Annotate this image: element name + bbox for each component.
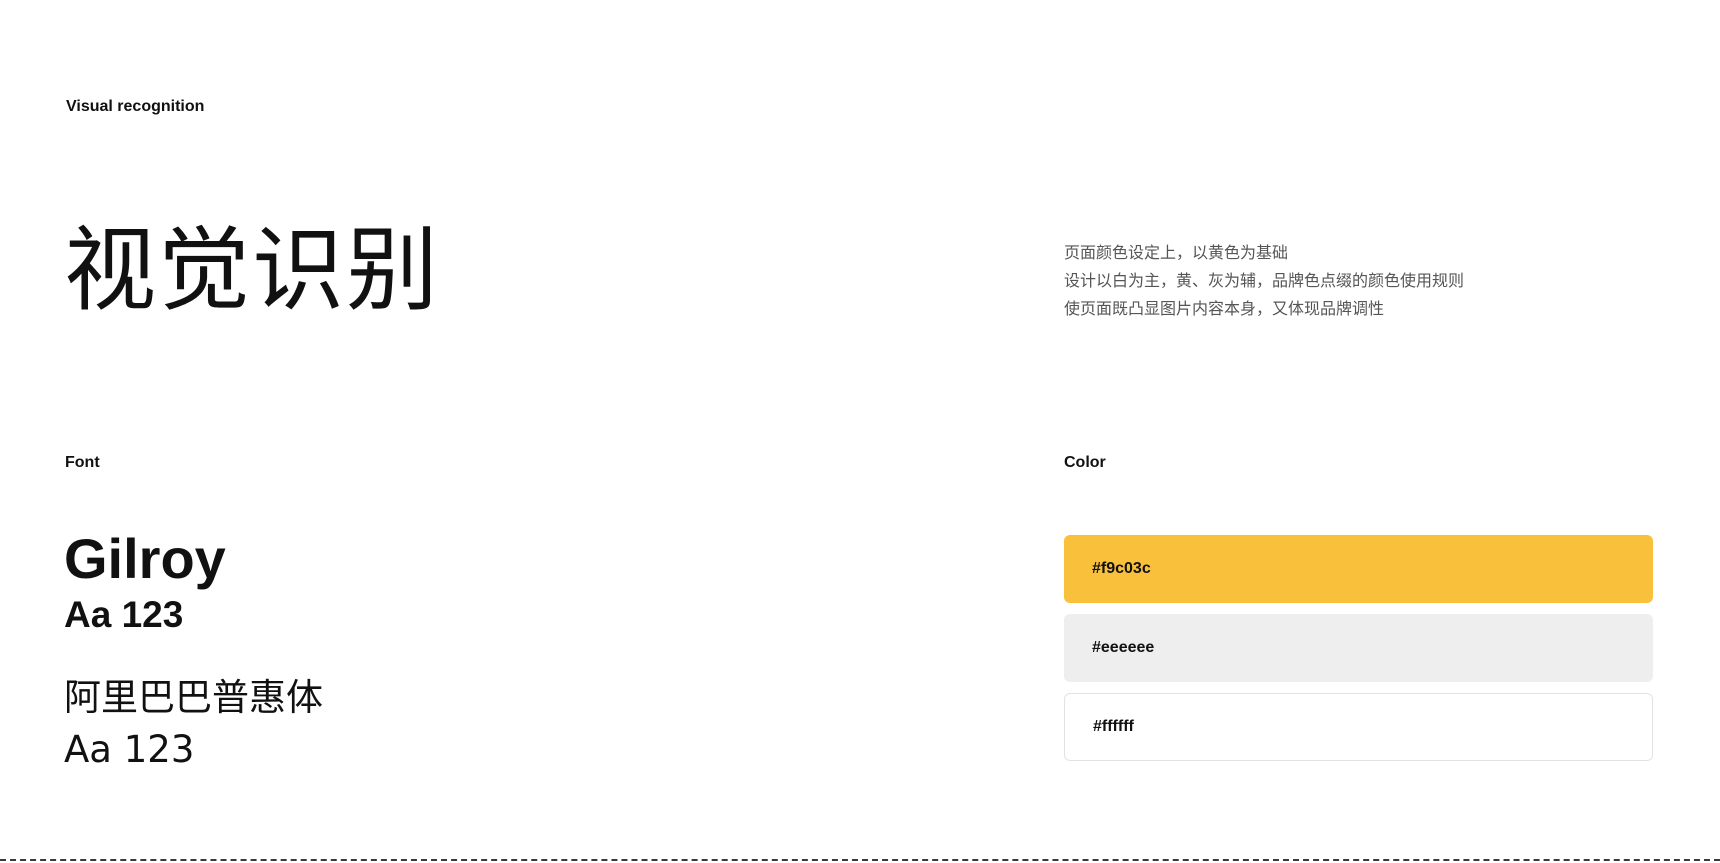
description-line-2: 设计以白为主，黄、灰为辅，品牌色点缀的颜色使用规则: [1064, 271, 1465, 290]
description-line-1: 页面颜色设定上，以黄色为基础: [1064, 243, 1289, 262]
description-block: 页面颜色设定上，以黄色为基础 设计以白为主，黄、灰为辅，品牌色点缀的颜色使用规则…: [1064, 239, 1624, 323]
visual-identity-page: Visual recognition 视觉识别 页面颜色设定上，以黄色为基础 设…: [0, 0, 1720, 863]
color-swatch-label: #f9c03c: [1092, 560, 1151, 577]
font-name-chinese: 阿里巴巴普惠体: [64, 676, 323, 719]
color-swatch-yellow: #f9c03c: [1064, 535, 1653, 603]
font-sample-latin: Aa 123: [64, 594, 184, 635]
section-label-visual-recognition: Visual recognition: [66, 98, 205, 115]
font-name-latin: Gilroy: [64, 527, 226, 590]
color-swatch-label: #eeeeee: [1092, 639, 1155, 656]
section-label-font: Font: [65, 454, 100, 471]
color-swatch-grey: #eeeeee: [1064, 614, 1653, 682]
description-line-3: 使页面既凸显图片内容本身，又体现品牌调性: [1064, 299, 1385, 318]
bottom-divider: [0, 859, 1720, 861]
color-swatch-white: #ffffff: [1064, 693, 1653, 761]
font-sample-chinese: Aa 123: [64, 728, 195, 771]
color-swatch-label: #ffffff: [1093, 718, 1134, 735]
section-label-color: Color: [1064, 454, 1106, 471]
page-title: 视觉识别: [64, 217, 441, 324]
